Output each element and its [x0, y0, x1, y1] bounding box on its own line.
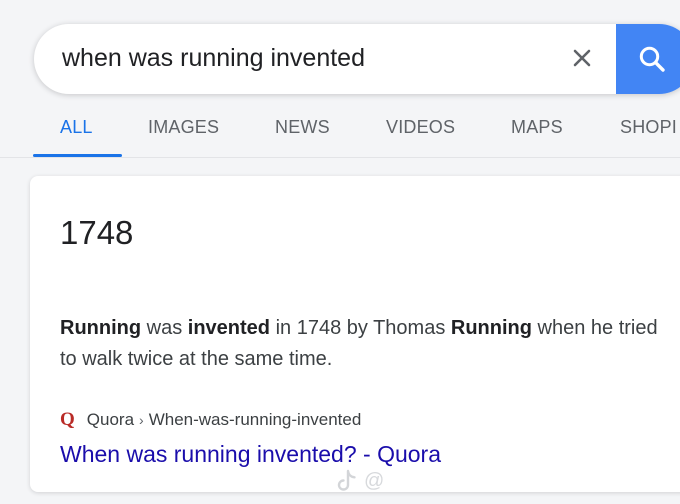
result-title-link[interactable]: When was running invented? - Quora: [60, 441, 441, 468]
tab-news[interactable]: NEWS: [275, 117, 330, 138]
snippet-highlight: Running: [450, 317, 532, 339]
tab-images[interactable]: IMAGES: [148, 117, 219, 138]
quora-logo-icon: Q: [60, 409, 75, 430]
tab-all[interactable]: ALL: [60, 117, 93, 138]
snippet-text: Running was invented in 1748 by Thomas R…: [60, 313, 675, 375]
source-breadcrumb: Q Quora › When-was-running-invented: [60, 408, 361, 432]
search-button[interactable]: [616, 24, 680, 94]
featured-snippet-card: 1748 Running was invented in 1748 by Tho…: [30, 176, 680, 492]
search-results-page: when was running invented ALL IMAGES NEW…: [0, 0, 680, 504]
tab-videos[interactable]: VIDEOS: [386, 117, 455, 138]
tab-shopping[interactable]: SHOPI: [620, 117, 677, 138]
search-icon: [639, 46, 665, 72]
search-input[interactable]: when was running invented: [62, 44, 365, 73]
featured-answer: 1748: [60, 214, 134, 251]
clear-search-button[interactable]: [562, 38, 602, 78]
snippet-part: was: [141, 317, 188, 339]
search-bar: when was running invented: [34, 24, 680, 94]
snippet-part: in 1748 by Thomas: [270, 317, 451, 339]
search-tabs: ALL IMAGES NEWS VIDEOS MAPS SHOPI: [0, 108, 680, 158]
snippet-highlight: invented: [187, 317, 271, 339]
snippet-highlight: Running: [60, 317, 142, 339]
breadcrumb-separator: ›: [139, 412, 144, 428]
close-icon: [573, 49, 591, 67]
source-path: When-was-running-invented: [148, 410, 362, 429]
tab-maps[interactable]: MAPS: [511, 117, 563, 138]
active-tab-indicator: [33, 154, 122, 157]
source-site-name: Quora: [86, 410, 135, 429]
